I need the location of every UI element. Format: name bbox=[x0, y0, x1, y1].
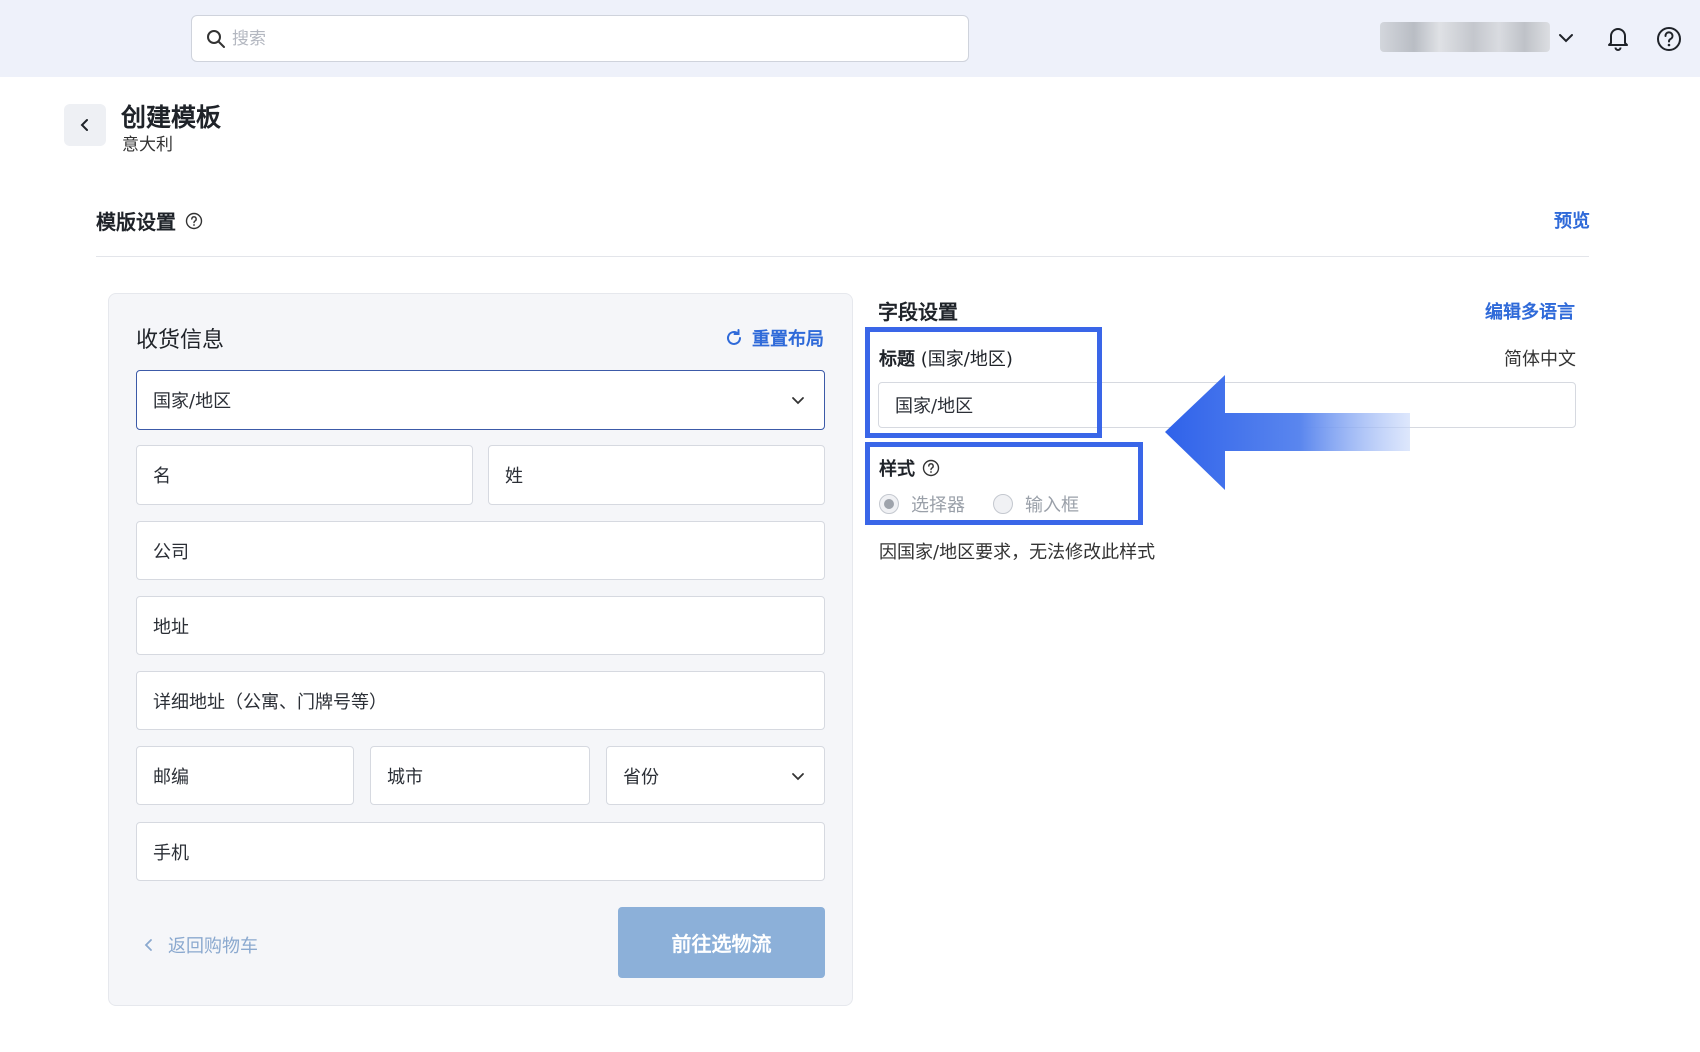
last-name-label: 姓 bbox=[505, 466, 523, 487]
section-title: 模版设置 bbox=[96, 206, 203, 235]
search-icon bbox=[207, 29, 225, 48]
back-button[interactable] bbox=[64, 104, 106, 146]
province-select[interactable]: 省份 bbox=[606, 746, 825, 805]
back-to-cart-link[interactable]: 返回购物车 bbox=[142, 932, 258, 958]
company-label: 公司 bbox=[153, 541, 189, 563]
reset-layout-button[interactable]: 重置布局 bbox=[724, 325, 824, 351]
language-label: 简体中文 bbox=[1504, 349, 1576, 370]
address2-field[interactable]: 详细地址（公寓、门牌号等） bbox=[136, 671, 825, 730]
chevron-down-icon bbox=[792, 772, 804, 780]
question-icon[interactable] bbox=[185, 212, 203, 230]
address2-label: 详细地址（公寓、门牌号等） bbox=[153, 691, 387, 713]
reset-layout-label: 重置布局 bbox=[752, 329, 824, 350]
country-label: 国家/地区 bbox=[153, 391, 232, 412]
section-title-label: 模版设置 bbox=[96, 210, 176, 234]
phone-label: 手机 bbox=[153, 842, 189, 864]
bell-icon[interactable] bbox=[1604, 24, 1632, 52]
phone-field[interactable]: 手机 bbox=[136, 822, 825, 881]
country-select[interactable]: 国家/地区 bbox=[136, 370, 825, 430]
refresh-icon bbox=[727, 329, 741, 345]
search-input[interactable] bbox=[232, 28, 932, 49]
first-name-field[interactable]: 名 bbox=[136, 445, 473, 505]
zip-field[interactable]: 邮编 bbox=[136, 746, 354, 805]
page-title: 创建模板 bbox=[121, 103, 222, 132]
search-bar[interactable] bbox=[191, 15, 969, 62]
page-subtitle: 意大利 bbox=[122, 135, 173, 155]
account-name-blurred[interactable] bbox=[1380, 22, 1550, 52]
divider bbox=[96, 256, 1589, 257]
city-field[interactable]: 城市 bbox=[370, 746, 590, 805]
form-title: 收货信息 bbox=[136, 328, 225, 353]
province-label: 省份 bbox=[623, 766, 659, 788]
chevron-down-icon bbox=[792, 397, 804, 405]
address-label: 地址 bbox=[153, 616, 189, 638]
help-icon[interactable] bbox=[1656, 26, 1682, 52]
edit-multilanguage-link[interactable]: 编辑多语言 bbox=[1485, 298, 1575, 324]
first-name-label: 名 bbox=[153, 466, 171, 487]
arrow-left-annotation bbox=[1165, 375, 1410, 490]
back-to-cart-label: 返回购物车 bbox=[168, 936, 258, 957]
zip-label: 邮编 bbox=[153, 766, 189, 788]
preview-link[interactable]: 预览 bbox=[1554, 207, 1590, 233]
company-field[interactable]: 公司 bbox=[136, 521, 825, 580]
field-settings-title: 字段设置 bbox=[878, 300, 958, 324]
highlight-box-title bbox=[865, 327, 1102, 438]
chevron-down-icon[interactable] bbox=[1556, 28, 1576, 48]
last-name-field[interactable]: 姓 bbox=[488, 445, 825, 505]
chevron-left-icon bbox=[144, 939, 152, 951]
style-note: 因国家/地区要求，无法修改此样式 bbox=[879, 542, 1156, 563]
address-field[interactable]: 地址 bbox=[136, 596, 825, 655]
top-bar bbox=[0, 0, 1700, 77]
chevron-left-icon bbox=[80, 119, 88, 131]
highlight-box-style bbox=[865, 442, 1143, 525]
city-label: 城市 bbox=[387, 766, 423, 788]
go-to-shipping-button[interactable]: 前往选物流 bbox=[618, 907, 825, 978]
